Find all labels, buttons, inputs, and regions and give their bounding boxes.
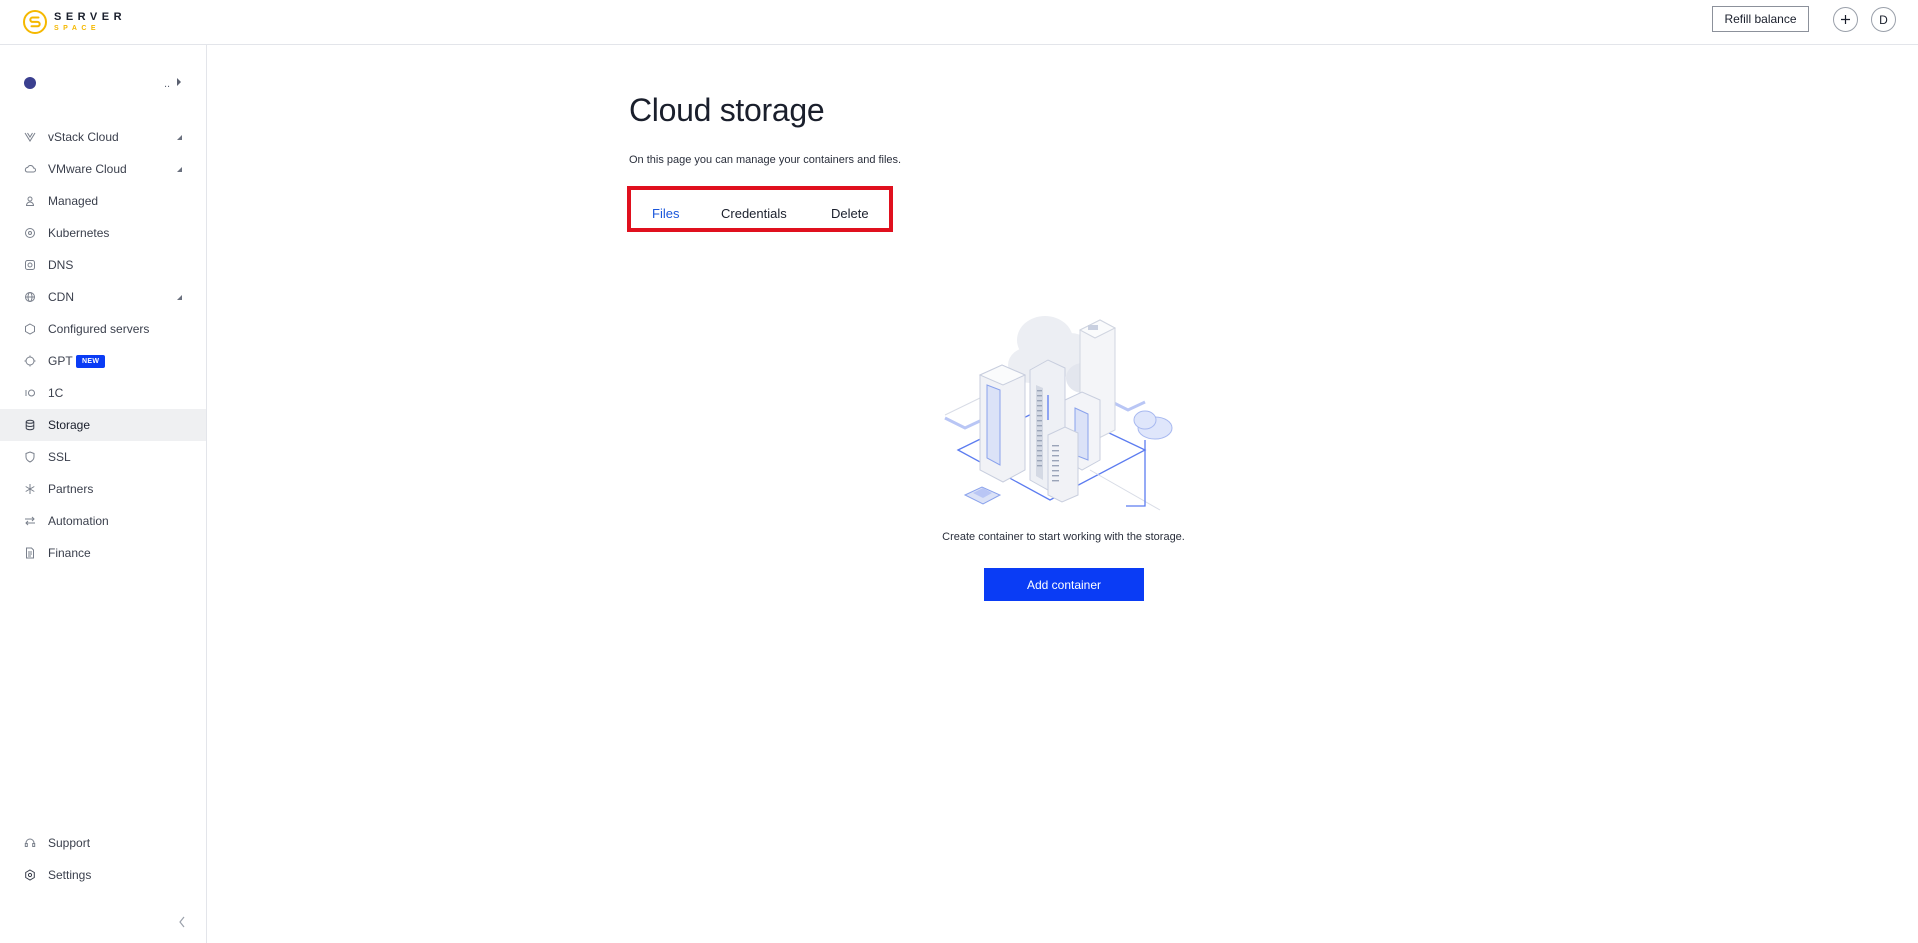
kubernetes-icon xyxy=(24,227,36,239)
top-header: SERVER SPACE Refill balance D xyxy=(0,0,1918,45)
plus-icon xyxy=(1841,15,1850,24)
sidebar-item-ssl[interactable]: SSL xyxy=(0,441,206,473)
add-plus-button[interactable] xyxy=(1833,7,1858,32)
database-icon xyxy=(24,419,36,431)
sidebar-item-label: Kubernetes xyxy=(48,226,110,240)
sidebar-item-label: Configured servers xyxy=(48,322,150,336)
sidebar: .. vStack Cloud VMware Cloud Managed Kub… xyxy=(0,45,207,943)
caret-down-icon xyxy=(177,166,182,172)
tab-credentials[interactable]: Credentials xyxy=(721,206,787,221)
refill-balance-button[interactable]: Refill balance xyxy=(1712,6,1809,32)
sidebar-item-vmware-cloud[interactable]: VMware Cloud xyxy=(0,153,206,185)
account-chevron-right-icon[interactable] xyxy=(177,78,181,86)
tab-delete[interactable]: Delete xyxy=(831,206,869,221)
logo-icon xyxy=(23,10,47,34)
sidebar-item-label: Settings xyxy=(48,868,92,882)
sidebar-item-label: GPT xyxy=(48,354,73,368)
sidebar-item-cdn[interactable]: CDN xyxy=(0,281,206,313)
logo-text-bottom: SPACE xyxy=(54,25,101,32)
sidebar-item-label: CDN xyxy=(48,290,74,304)
headset-icon xyxy=(24,837,36,849)
sidebar-item-label: DNS xyxy=(48,258,74,272)
sidebar-item-gpt[interactable]: GPT NEW xyxy=(0,345,206,377)
serverspace-logo[interactable]: SERVER SPACE xyxy=(22,6,126,38)
gear-icon xyxy=(24,869,36,881)
sidebar-item-label: vStack Cloud xyxy=(48,130,119,144)
sidebar-item-label: Managed xyxy=(48,194,99,208)
sidebar-item-1c[interactable]: 1C xyxy=(0,377,206,409)
arrows-icon xyxy=(24,515,36,527)
add-container-button[interactable]: Add container xyxy=(984,568,1144,601)
chevron-left-icon xyxy=(179,916,185,928)
dns-icon xyxy=(24,259,36,271)
sidebar-item-configured-servers[interactable]: Configured servers xyxy=(0,313,206,345)
cloud-icon xyxy=(24,163,36,175)
empty-state-message: Create container to start working with t… xyxy=(942,531,1185,543)
sidebar-item-settings[interactable]: Settings xyxy=(0,859,206,891)
sidebar-item-managed[interactable]: Managed xyxy=(0,185,206,217)
sidebar-item-label: Automation xyxy=(48,514,109,528)
sidebar-bottom-nav: Support Settings xyxy=(0,827,206,891)
new-badge: NEW xyxy=(76,354,106,368)
sidebar-item-label: Support xyxy=(48,836,91,850)
sidebar-item-support[interactable]: Support xyxy=(0,827,206,859)
page-title: Cloud storage xyxy=(629,92,825,128)
caret-down-icon xyxy=(177,294,182,300)
shield-icon xyxy=(24,451,36,463)
sidebar-item-label: VMware Cloud xyxy=(48,162,127,176)
logo-text-top: SERVER xyxy=(54,11,127,23)
onec-icon xyxy=(24,387,36,399)
account-name[interactable]: .. xyxy=(164,78,170,90)
sidebar-item-kubernetes[interactable]: Kubernetes xyxy=(0,217,206,249)
caret-down-icon xyxy=(177,134,182,140)
sidebar-item-label: 1C xyxy=(48,386,64,400)
page-description: On this page you can manage your contain… xyxy=(629,154,902,166)
tabs-bar: Files Credentials Delete xyxy=(627,186,893,232)
chip-icon xyxy=(24,355,36,367)
tab-files[interactable]: Files xyxy=(652,206,679,221)
sidebar-item-label: Finance xyxy=(48,546,91,560)
sidebar-item-finance[interactable]: Finance xyxy=(0,537,206,569)
empty-state-illustration xyxy=(940,310,1185,515)
vstack-icon xyxy=(24,131,36,143)
hexagon-icon xyxy=(24,323,36,335)
sidebar-item-dns[interactable]: DNS xyxy=(0,249,206,281)
globe-icon xyxy=(24,291,36,303)
sidebar-item-label: SSL xyxy=(48,450,71,464)
sidebar-nav: vStack Cloud VMware Cloud Managed Kubern… xyxy=(0,121,206,569)
user-avatar[interactable]: D xyxy=(1871,7,1896,32)
collapse-sidebar-button[interactable] xyxy=(177,915,187,929)
sidebar-item-partners[interactable]: Partners xyxy=(0,473,206,505)
asterisk-icon xyxy=(24,483,36,495)
sidebar-item-label: Storage xyxy=(48,418,91,432)
account-avatar[interactable] xyxy=(24,77,36,89)
sidebar-item-label: Partners xyxy=(48,482,94,496)
sidebar-item-storage[interactable]: Storage xyxy=(0,409,206,441)
document-icon xyxy=(24,547,36,559)
sidebar-item-automation[interactable]: Automation xyxy=(0,505,206,537)
sidebar-item-vstack-cloud[interactable]: vStack Cloud xyxy=(0,121,206,153)
person-icon xyxy=(24,195,36,207)
